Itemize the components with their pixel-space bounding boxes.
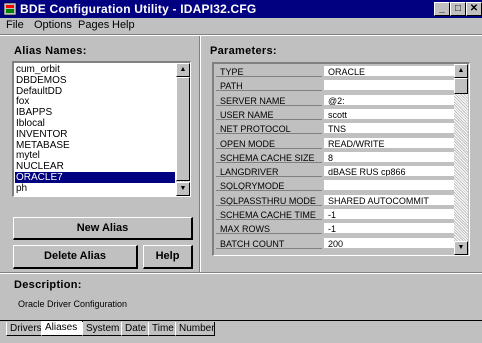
alias-list[interactable]: cum_orbit DBDEMOS DefaultDD fox IBAPPS Ibloca…: [12, 61, 191, 197]
parameters-label: Parameters:: [210, 45, 277, 57]
alias-list-item[interactable]: IBAPPS: [16, 107, 52, 118]
param-value-field[interactable]: TNS: [324, 123, 454, 135]
menu-help[interactable]: Help: [112, 19, 135, 31]
param-value-field[interactable]: READ/WRITE: [324, 137, 454, 149]
description-text: Oracle Driver Configuration: [18, 299, 128, 309]
arrow-up-icon: ▲: [457, 67, 465, 74]
description-separator-highlight: [0, 273, 482, 274]
param-name: NET PROTOCOL: [216, 123, 322, 135]
param-name: SQLQRYMODE: [216, 180, 322, 192]
arrow-down-icon: ▼: [179, 185, 187, 192]
help-button[interactable]: Help: [143, 245, 193, 269]
window-title: BDE Configuration Utility - IDAPI32.CFG: [20, 2, 257, 16]
param-name: LANGDRIVER: [216, 166, 322, 178]
tab-number[interactable]: Number: [175, 322, 215, 336]
description-label: Description:: [14, 279, 82, 291]
alias-list-item[interactable]: METABASE: [16, 140, 70, 151]
param-name: TYPE: [216, 66, 322, 77]
menu-separator-highlight: [0, 35, 482, 36]
scroll-thumb[interactable]: [176, 77, 190, 181]
tab-aliases[interactable]: Aliases: [41, 321, 83, 336]
bde-app-icon[interactable]: [3, 2, 17, 16]
tab-drivers[interactable]: Drivers: [6, 322, 42, 336]
param-value-field[interactable]: [324, 180, 454, 192]
close-icon: ✕: [469, 3, 479, 14]
tab-date[interactable]: Date: [121, 322, 149, 336]
title-bar[interactable]: BDE Configuration Utility - IDAPI32.CFG …: [0, 0, 482, 18]
param-name: USER NAME: [216, 108, 322, 120]
panel-divider-highlight: [200, 36, 201, 272]
close-button[interactable]: ✕: [466, 2, 482, 16]
alias-names-label: Alias Names:: [14, 45, 87, 57]
tab-system[interactable]: System: [82, 322, 122, 336]
tab-time[interactable]: Time: [148, 322, 176, 336]
alias-list-item[interactable]: mytel: [16, 150, 40, 161]
arrow-up-icon: ▲: [179, 66, 187, 73]
scroll-down-button[interactable]: ▼: [176, 182, 190, 196]
menu-options[interactable]: Options: [34, 19, 72, 31]
param-value-field[interactable]: ORACLE: [324, 66, 454, 77]
scroll-up-button[interactable]: ▲: [176, 63, 190, 77]
param-value-field[interactable]: -1: [324, 223, 454, 235]
param-value-field[interactable]: [324, 80, 454, 92]
maximize-button[interactable]: □: [450, 2, 466, 16]
alias-list-item[interactable]: Iblocal: [16, 118, 45, 129]
param-name: SCHEMA CACHE TIME: [216, 209, 322, 220]
parameters-grid[interactable]: TYPE ORACLE PATH SERVER NAME @2: USER NAME sco…: [212, 62, 470, 256]
param-value-field[interactable]: 200: [324, 237, 454, 249]
alias-list-item[interactable]: fox: [16, 96, 29, 107]
menu-file[interactable]: File: [6, 19, 24, 31]
param-value-field[interactable]: @2:: [324, 94, 454, 106]
minimize-icon: _: [439, 3, 445, 14]
menu-bar: File Options Pages Help: [0, 18, 482, 34]
param-value-field[interactable]: -1: [324, 209, 454, 220]
menu-pages[interactable]: Pages: [78, 19, 109, 31]
param-name: SQLPASSTHRU MODE: [216, 194, 322, 206]
param-name: SERVER NAME: [216, 94, 322, 106]
alias-list-item[interactable]: INVENTOR: [16, 129, 68, 140]
params-scroll-thumb[interactable]: [454, 78, 468, 94]
alias-scrollbar[interactable]: ▲ ▼: [176, 63, 190, 196]
param-value-field[interactable]: dBASE RUS cp866: [324, 166, 454, 178]
alias-list-item[interactable]: DBDEMOS: [16, 75, 67, 86]
param-value-field[interactable]: scott: [324, 108, 454, 120]
alias-list-item[interactable]: ORACLE7: [15, 172, 175, 183]
param-value-field[interactable]: SHARED AUTOCOMMIT: [324, 194, 454, 206]
parameters-scrollbar[interactable]: ▲ ▼: [454, 64, 468, 255]
param-name: PATH: [216, 80, 322, 92]
arrow-down-icon: ▼: [457, 244, 465, 251]
alias-list-item[interactable]: DefaultDD: [16, 86, 62, 97]
param-value-field[interactable]: 8: [324, 151, 454, 163]
new-alias-button[interactable]: New Alias: [13, 217, 193, 240]
params-scroll-up-button[interactable]: ▲: [454, 64, 468, 78]
param-name: OPEN MODE: [216, 137, 322, 149]
alias-list-item[interactable]: ph: [16, 183, 27, 194]
param-name: SCHEMA CACHE SIZE: [216, 151, 322, 163]
minimize-button[interactable]: _: [434, 2, 450, 16]
alias-list-item[interactable]: cum_orbit: [16, 64, 60, 75]
delete-alias-button[interactable]: Delete Alias: [13, 245, 138, 269]
param-name: MAX ROWS: [216, 223, 322, 235]
params-scroll-down-button[interactable]: ▼: [454, 241, 468, 255]
param-name: BATCH COUNT: [216, 237, 322, 249]
alias-list-item[interactable]: NUCLEAR: [16, 161, 64, 172]
maximize-icon: □: [454, 3, 462, 14]
